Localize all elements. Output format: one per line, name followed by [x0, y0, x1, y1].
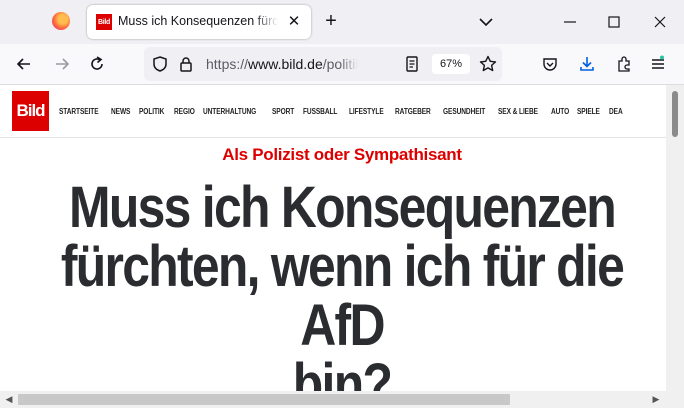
- reload-icon[interactable]: [87, 54, 107, 74]
- nav-item-dea[interactable]: DEA: [609, 107, 623, 116]
- scroll-left-icon[interactable]: ◀: [1, 391, 17, 407]
- vertical-scrollbar[interactable]: [666, 85, 684, 391]
- back-icon[interactable]: [14, 54, 34, 74]
- forward-icon[interactable]: [52, 54, 72, 74]
- pocket-icon[interactable]: [540, 54, 560, 74]
- site-navigation: Bild STARTSEITE NEWS POLITIK REGIO UNTER…: [0, 85, 666, 138]
- tab-close-icon[interactable]: ✕: [285, 13, 303, 31]
- url-bar[interactable]: https://www.bild.de/politik/inland/ 67%: [144, 47, 502, 81]
- vertical-scroll-thumb[interactable]: [672, 91, 678, 137]
- active-tab[interactable]: Bild Muss ich Konsequenzen fürchten, wen…: [87, 5, 311, 39]
- nav-item-auto[interactable]: AUTO: [551, 107, 569, 116]
- url-text[interactable]: https://www.bild.de/politik/inland/: [206, 56, 358, 72]
- nav-item-sport[interactable]: SPORT: [272, 107, 294, 116]
- nav-item-politik[interactable]: POLITIK: [139, 107, 164, 116]
- shield-icon[interactable]: [150, 54, 170, 74]
- nav-item-ratgeber[interactable]: RATGEBER: [395, 107, 431, 116]
- nav-item-regio[interactable]: REGIO: [174, 107, 195, 116]
- zoom-level-button[interactable]: 67%: [432, 54, 470, 74]
- firefox-icon[interactable]: [52, 12, 70, 30]
- nav-item-lifestyle[interactable]: LIFESTYLE: [349, 107, 384, 116]
- horizontal-scrollbar[interactable]: ◀ ▶: [0, 391, 684, 408]
- url-host: www.bild.de: [248, 56, 323, 72]
- tab-strip: Bild Muss ich Konsequenzen fürchten, wen…: [0, 0, 684, 44]
- headline-line: Muss ich Konsequenzen: [69, 175, 617, 240]
- bild-favicon-icon: Bild: [96, 14, 112, 30]
- nav-item-unterhaltung[interactable]: UNTERHALTUNG: [203, 107, 256, 116]
- download-icon[interactable]: [577, 54, 597, 74]
- extensions-icon[interactable]: [614, 54, 634, 74]
- url-path: /politik/inland/: [322, 56, 358, 72]
- nav-item-fussball[interactable]: FUSSBALL: [303, 107, 337, 116]
- url-scheme: https://: [206, 56, 249, 72]
- maximize-icon[interactable]: [604, 12, 624, 32]
- article-kicker: Als Polizist oder Sympathisant: [222, 145, 462, 164]
- tabs-list-icon[interactable]: [476, 12, 496, 32]
- bild-logo[interactable]: Bild: [12, 91, 49, 131]
- bookmark-star-icon[interactable]: [478, 54, 498, 74]
- menu-icon[interactable]: [648, 54, 668, 74]
- navigation-bar: https://www.bild.de/politik/inland/ 67%: [0, 44, 684, 85]
- minimize-icon[interactable]: [560, 12, 580, 32]
- new-tab-icon[interactable]: +: [321, 11, 341, 32]
- nav-item-spiele[interactable]: SPIELE: [577, 107, 600, 116]
- nav-item-sex-liebe[interactable]: SEX & LIEBE: [498, 107, 538, 116]
- site-nav-items: STARTSEITE NEWS POLITIK REGIO UNTERHALTU…: [59, 107, 623, 116]
- lock-icon[interactable]: [176, 54, 196, 74]
- article-headline[interactable]: Muss ich Konsequenzen fürchten, wenn ich…: [0, 178, 684, 414]
- nav-item-news[interactable]: NEWS: [111, 107, 130, 116]
- scroll-right-icon[interactable]: ▶: [648, 391, 664, 407]
- close-icon[interactable]: [650, 12, 670, 32]
- horizontal-scroll-thumb[interactable]: [18, 394, 510, 405]
- reader-view-icon[interactable]: [402, 54, 422, 74]
- nav-item-gesundheit[interactable]: GESUNDHEIT: [443, 107, 485, 116]
- tab-title: Muss ich Konsequenzen fürchten, wenn ich…: [118, 14, 278, 28]
- nav-item-startseite[interactable]: STARTSEITE: [59, 107, 99, 116]
- headline-line: fürchten, wenn ich für die AfD: [60, 234, 625, 358]
